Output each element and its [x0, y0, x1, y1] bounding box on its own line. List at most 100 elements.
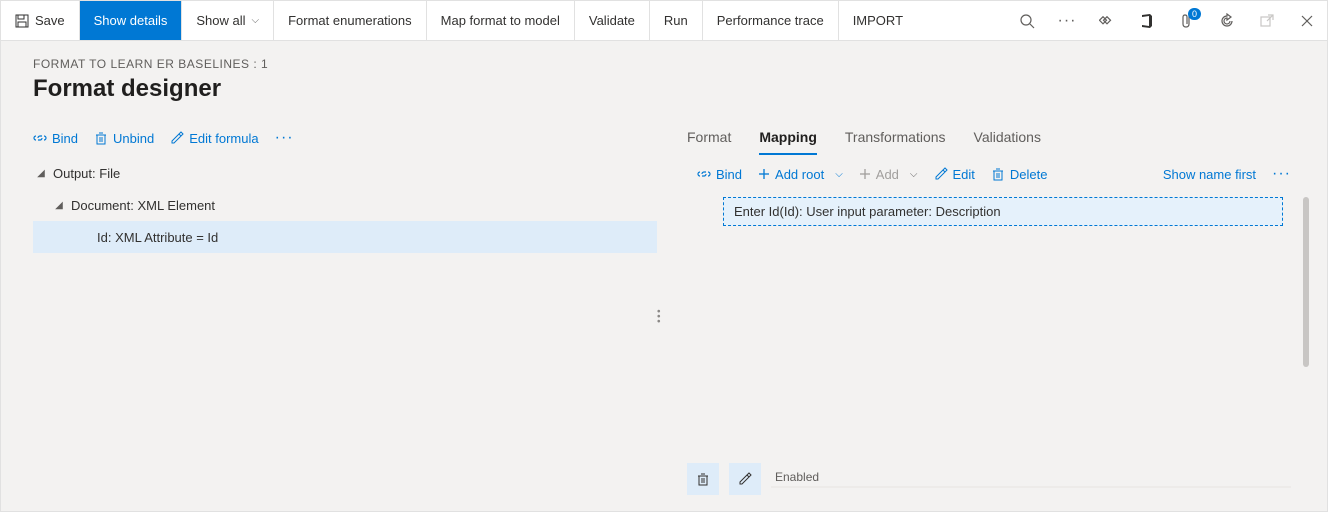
collapse-icon[interactable]: ◢ — [33, 168, 49, 179]
refresh-button[interactable] — [1207, 1, 1247, 40]
pencil-icon — [738, 472, 752, 486]
ellipsis-icon: ··· — [1272, 165, 1291, 183]
office-button[interactable] — [1127, 1, 1167, 40]
mapping-item-label: Enter Id(Id): User input parameter: Desc… — [734, 204, 1001, 219]
breadcrumb: FORMAT TO LEARN ER BASELINES : 1 — [33, 57, 1295, 71]
tree-node-id[interactable]: Id: XML Attribute = Id — [33, 221, 657, 253]
mapping-item[interactable]: Enter Id(Id): User input parameter: Desc… — [723, 197, 1283, 226]
header-section: FORMAT TO LEARN ER BASELINES : 1 Format … — [1, 41, 1327, 111]
mapping-area: Enter Id(Id): User input parameter: Desc… — [687, 193, 1311, 455]
pencil-icon — [934, 167, 948, 181]
import-label: IMPORT — [853, 13, 903, 28]
enabled-field[interactable] — [771, 486, 1291, 488]
content-area: FORMAT TO LEARN ER BASELINES : 1 Format … — [1, 41, 1327, 511]
save-button[interactable]: Save — [1, 1, 80, 40]
tree-node-document[interactable]: ◢ Document: XML Element — [33, 189, 657, 221]
connector-button[interactable] — [1087, 1, 1127, 40]
search-icon — [1019, 13, 1035, 29]
close-button[interactable] — [1287, 1, 1327, 40]
delete-formula-button[interactable] — [687, 463, 719, 495]
format-enumerations-button[interactable]: Format enumerations — [274, 1, 427, 40]
unbind-label: Unbind — [113, 131, 154, 146]
chevron-down-icon: ⌵ — [910, 169, 918, 180]
top-toolbar: Save Show details Show all ⌵ Format enum… — [1, 1, 1327, 41]
validate-label: Validate — [589, 13, 635, 28]
popout-button[interactable] — [1247, 1, 1287, 40]
add-root-label: Add root — [775, 167, 824, 182]
save-label: Save — [35, 13, 65, 28]
collapse-icon[interactable]: ◢ — [51, 200, 67, 211]
pencil-icon — [170, 131, 184, 145]
show-all-button[interactable]: Show all ⌵ — [182, 1, 274, 40]
map-format-label: Map format to model — [441, 13, 560, 28]
delete-label: Delete — [1010, 167, 1048, 182]
chevron-down-icon: ⌵ — [835, 169, 843, 180]
perf-trace-label: Performance trace — [717, 13, 824, 28]
attachments-button[interactable]: 0 — [1167, 1, 1207, 40]
paperclip-icon: 0 — [1179, 12, 1195, 30]
bind-label: Bind — [716, 167, 742, 182]
scrollbar[interactable] — [1303, 197, 1309, 367]
more-button[interactable]: ··· — [1047, 1, 1087, 40]
save-icon — [15, 14, 29, 28]
import-button[interactable]: IMPORT — [839, 1, 917, 40]
map-format-button[interactable]: Map format to model — [427, 1, 575, 40]
show-name-first-label: Show name first — [1163, 167, 1256, 182]
validate-button[interactable]: Validate — [575, 1, 650, 40]
edit-label: Edit — [953, 167, 975, 182]
trash-icon — [991, 167, 1005, 181]
page-title: Format designer — [33, 75, 1295, 103]
right-panel: ••• Format Mapping Transformations Valid… — [657, 123, 1311, 511]
add-label: Add — [876, 167, 899, 182]
show-details-button[interactable]: Show details — [80, 1, 183, 40]
tree-label: Output: File — [49, 166, 120, 181]
delete-action[interactable]: Delete — [991, 167, 1048, 182]
close-icon — [1300, 14, 1314, 28]
diamond-icon — [1099, 13, 1115, 29]
ellipsis-icon: ··· — [275, 129, 294, 147]
tab-mapping[interactable]: Mapping — [759, 123, 817, 155]
show-details-label: Show details — [94, 13, 168, 28]
add-action: Add ⌵ — [859, 167, 918, 182]
tree-label: Document: XML Element — [67, 198, 215, 213]
office-icon — [1139, 13, 1155, 29]
badge-count: 0 — [1188, 8, 1201, 20]
plus-icon — [859, 168, 871, 180]
search-button[interactable] — [1007, 1, 1047, 40]
tree-label: Id: XML Attribute = Id — [93, 230, 218, 245]
tab-transformations[interactable]: Transformations — [845, 123, 946, 155]
add-root-action[interactable]: Add root ⌵ — [758, 167, 843, 182]
tree-node-output[interactable]: ◢ Output: File — [33, 157, 657, 189]
plus-icon — [758, 168, 770, 180]
run-button[interactable]: Run — [650, 1, 703, 40]
show-all-label: Show all — [196, 13, 245, 28]
popout-icon — [1259, 13, 1275, 29]
trash-icon — [94, 131, 108, 145]
unbind-action[interactable]: Unbind — [94, 131, 154, 146]
refresh-icon — [1219, 13, 1235, 29]
bind-action[interactable]: Bind — [33, 131, 78, 146]
edit-formula-action[interactable]: Edit formula — [170, 131, 258, 146]
trash-icon — [696, 472, 710, 486]
bind-action-right[interactable]: Bind — [697, 167, 742, 182]
show-name-first-action[interactable]: Show name first — [1163, 167, 1256, 182]
run-label: Run — [664, 13, 688, 28]
tab-validations[interactable]: Validations — [974, 123, 1041, 155]
enabled-label: Enabled — [775, 470, 1291, 484]
left-more-action[interactable]: ··· — [275, 129, 294, 147]
edit-formula-button[interactable] — [729, 463, 761, 495]
link-icon — [33, 131, 47, 145]
right-more-action[interactable]: ··· — [1272, 165, 1291, 183]
performance-trace-button[interactable]: Performance trace — [703, 1, 839, 40]
left-action-bar: Bind Unbind Edit formula ··· — [33, 123, 657, 157]
edit-action[interactable]: Edit — [934, 167, 975, 182]
edit-formula-label: Edit formula — [189, 131, 258, 146]
left-panel: Bind Unbind Edit formula ··· — [33, 123, 657, 511]
tab-format[interactable]: Format — [687, 123, 731, 155]
bottom-bar: Enabled — [687, 455, 1311, 511]
format-enum-label: Format enumerations — [288, 13, 412, 28]
link-icon — [697, 167, 711, 181]
column-splitter[interactable]: ••• — [657, 311, 661, 324]
bind-label: Bind — [52, 131, 78, 146]
right-tabs: Format Mapping Transformations Validatio… — [687, 123, 1311, 155]
